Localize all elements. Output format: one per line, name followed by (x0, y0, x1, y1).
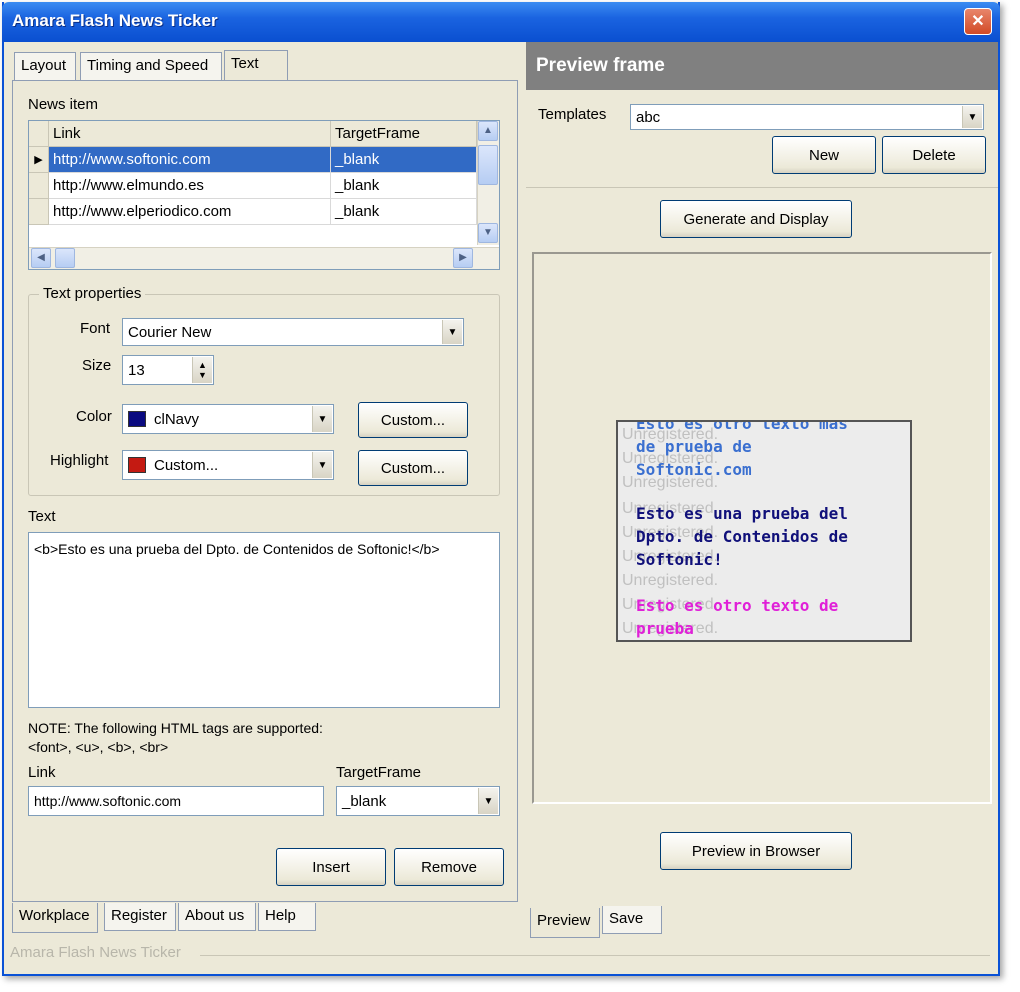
window-title: Amara Flash News Ticker (12, 11, 218, 30)
vertical-scrollbar[interactable]: ▲ ▼ (477, 121, 499, 245)
table-row-link-cell[interactable]: http://www.softonic.com (49, 147, 331, 173)
close-icon[interactable]: ✕ (964, 8, 992, 35)
tab-register[interactable]: Register (104, 903, 176, 931)
row-indicator (29, 199, 49, 225)
new-button[interactable]: New (772, 136, 876, 174)
color-label: Color (76, 408, 112, 425)
templates-value: abc (636, 108, 661, 126)
font-label: Font (80, 320, 111, 337)
chevron-down-icon[interactable]: ▼ (312, 452, 332, 478)
size-spinner[interactable]: 13 ▲ ▼ (122, 355, 214, 385)
font-value: Courier New (128, 323, 212, 341)
link-value: http://www.softonic.com (34, 793, 182, 809)
scroll-thumb[interactable] (478, 145, 498, 185)
generate-and-display-button[interactable]: Generate and Display (660, 200, 852, 238)
remove-button[interactable]: Remove (394, 848, 504, 886)
tab-about-us[interactable]: About us (178, 903, 256, 931)
text-properties-label: Text properties (39, 285, 146, 302)
tab-text[interactable]: Text (224, 50, 288, 80)
templates-label: Templates (538, 106, 607, 123)
news-items-grid[interactable]: Link TargetFrame ▶ http://www.softonic.c… (28, 120, 500, 270)
templates-select[interactable]: abc ▼ (630, 104, 984, 130)
preview-in-browser-button[interactable]: Preview in Browser (660, 832, 852, 870)
text-content: <b>Esto es una prueba del Dpto. de Conte… (34, 541, 440, 557)
tab-workplace[interactable]: Workplace (12, 903, 98, 933)
ticker-line: Softonic.com (636, 460, 752, 479)
text-label: Text (28, 508, 56, 525)
tab-preview[interactable]: Preview (530, 908, 600, 938)
table-row-target-cell[interactable]: _blank (331, 173, 477, 199)
chevron-down-icon[interactable]: ▼ (962, 106, 982, 128)
highlight-select[interactable]: Custom... ▼ (122, 450, 334, 480)
html-tags-note: <font>, <u>, <b>, <br> (28, 739, 169, 755)
scroll-down-icon[interactable]: ▼ (478, 223, 498, 243)
chevron-down-icon[interactable]: ▼ (442, 320, 462, 344)
tab-timing-and-speed[interactable]: Timing and Speed (80, 52, 222, 80)
text-content-area[interactable]: <b>Esto es una prueba del Dpto. de Conte… (28, 532, 500, 708)
column-header-targetframe[interactable]: TargetFrame (331, 121, 477, 147)
color-select[interactable]: clNavy ▼ (122, 404, 334, 434)
news-item-label: News item (28, 96, 99, 113)
column-header-link[interactable]: Link (49, 121, 331, 147)
ticker-line: Softonic! (636, 550, 723, 569)
ticker-line: Esto es otro texto mas (636, 420, 848, 433)
color-swatch (128, 411, 146, 427)
color-custom-button[interactable]: Custom... (358, 402, 468, 438)
ticker-line: prueba (636, 619, 694, 638)
highlight-value: Custom... (154, 456, 219, 474)
tab-layout[interactable]: Layout (14, 52, 76, 80)
scroll-right-icon[interactable]: ▶ (453, 248, 473, 268)
targetframe-label: TargetFrame (336, 764, 422, 781)
tab-save[interactable]: Save (602, 906, 662, 934)
targetframe-select[interactable]: _blank ▼ (336, 786, 500, 816)
table-row-link-cell[interactable]: http://www.elperiodico.com (49, 199, 331, 225)
font-select[interactable]: Courier New ▼ (122, 318, 464, 346)
preview-frame-header: Preview frame (526, 42, 998, 90)
scroll-thumb-horizontal[interactable] (55, 248, 75, 268)
status-bar-text: Amara Flash News Ticker (10, 944, 181, 961)
tab-help[interactable]: Help (258, 903, 316, 931)
ticker-line: de prueba de (636, 437, 752, 456)
scroll-left-icon[interactable]: ◀ (31, 248, 51, 268)
title-bar[interactable]: Amara Flash News Ticker ✕ (2, 2, 1000, 42)
color-value: clNavy (154, 410, 200, 428)
table-row-target-cell[interactable]: _blank (331, 199, 477, 225)
horizontal-scrollbar[interactable]: ◀ ▶ (29, 247, 499, 269)
link-input[interactable]: http://www.softonic.com (28, 786, 324, 816)
row-indicator (29, 173, 49, 199)
ticker-line: Esto es otro texto de (636, 596, 839, 615)
highlight-label: Highlight (50, 452, 109, 469)
html-note: NOTE: The following HTML tags are suppor… (28, 720, 323, 736)
chevron-down-icon[interactable]: ▼ (312, 406, 332, 432)
scroll-up-icon[interactable]: ▲ (478, 121, 498, 141)
spin-arrows-icon[interactable]: ▲ ▼ (192, 357, 212, 383)
status-divider (200, 955, 990, 956)
watermark-text: Unregistered. (622, 572, 719, 589)
highlight-swatch (128, 457, 146, 473)
table-row-target-cell[interactable]: _blank (331, 147, 477, 173)
delete-button[interactable]: Delete (882, 136, 986, 174)
targetframe-value: _blank (342, 792, 387, 810)
link-label: Link (28, 764, 56, 781)
size-label: Size (82, 357, 112, 374)
highlight-custom-button[interactable]: Custom... (358, 450, 468, 486)
insert-button[interactable]: Insert (276, 848, 386, 886)
ticker-preview: Unregistered. Unregistered. Unregistered… (616, 420, 912, 642)
grid-corner (29, 121, 49, 147)
table-row-link-cell[interactable]: http://www.elmundo.es (49, 173, 331, 199)
ticker-line: Dpto. de Contenidos de (636, 527, 848, 546)
size-value: 13 (128, 361, 145, 379)
ticker-line: Esto es una prueba del (636, 504, 848, 523)
chevron-down-icon[interactable]: ▼ (478, 788, 498, 814)
row-indicator-icon: ▶ (29, 147, 49, 173)
